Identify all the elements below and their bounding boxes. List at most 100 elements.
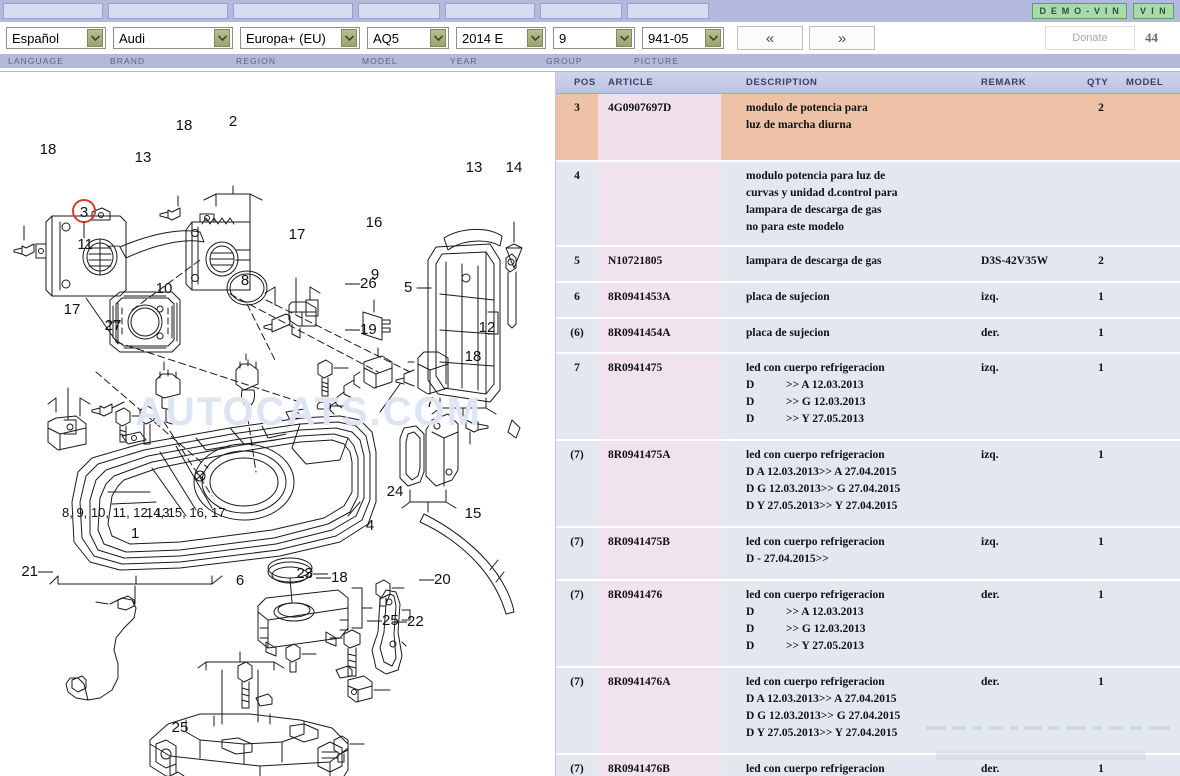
parts-table-pane[interactable]: POS ARTICLE DESCRIPTION REMARK QTY MODEL… <box>556 72 1180 776</box>
cell-qty: 1 <box>1098 362 1104 374</box>
chevron-down-icon[interactable] <box>616 29 632 47</box>
cell-qty: 1 <box>1098 763 1104 775</box>
cell-description: placa de sujecion <box>746 291 830 303</box>
table-row[interactable]: 5 N10721805 lampara de descarga de gas D3S-… <box>556 247 1180 283</box>
cell-description: led con cuerpo refrigeracion D - 27.04.2… <box>746 536 885 565</box>
parts-table-body: 3 4G0907697D modulo de potencia para luz d… <box>556 94 1180 776</box>
callout-2: 2 <box>229 113 237 130</box>
top-tab-strip: D E M O - V I N V I N <box>0 0 1180 22</box>
table-row[interactable]: (6) 8R0941454A placa de sujecion der. 1 <box>556 319 1180 354</box>
application-window: D E M O - V I N V I N Español Audi Europ… <box>0 0 1180 776</box>
cell-article: N10721805 <box>608 255 663 267</box>
chevron-down-icon[interactable] <box>527 29 543 47</box>
callout-18a: 18 <box>40 141 57 158</box>
cell-remark: der. <box>981 763 1000 775</box>
tab-7[interactable] <box>627 3 709 19</box>
cell-remark: der. <box>981 589 1000 601</box>
table-row[interactable]: 4 modulo potencia para luz de curvas y un… <box>556 162 1180 247</box>
column-header-remark[interactable]: REMARK <box>981 77 1026 88</box>
cell-article: 8R0941475A <box>608 449 671 461</box>
table-row[interactable]: (7) 8R0941476B led con cuerpo refrigeracio… <box>556 755 1180 776</box>
language-select[interactable]: Español <box>6 27 106 49</box>
callout-12: 12 <box>479 319 496 336</box>
callout-16: 16 <box>366 214 383 231</box>
column-header-pos[interactable]: POS <box>574 77 596 88</box>
callout-25a: 25 <box>172 719 189 736</box>
cell-pos: (7) <box>570 449 584 461</box>
tab-5[interactable] <box>445 3 535 19</box>
parts-diagram-pane[interactable]: 3 18 18 2 13 11 — 17 16 13 14 12 —26 —19… <box>0 72 556 776</box>
table-row[interactable]: (7) 8R0941476 led con cuerpo refrigeracion… <box>556 581 1180 668</box>
tab-6[interactable] <box>540 3 622 19</box>
year-select[interactable]: 2014 E <box>456 27 546 49</box>
cell-pos: 6 <box>574 291 580 303</box>
label-group: GROUP <box>546 56 583 66</box>
prev-picture-button[interactable]: « <box>737 26 803 50</box>
cell-qty: 2 <box>1098 255 1104 267</box>
controls-bar: Español Audi Europa+ (EU) AQ5 2014 E 9 9… <box>0 22 1180 54</box>
cell-pos: 3 <box>574 102 580 114</box>
cell-description: modulo de potencia para luz de marcha di… <box>746 102 868 131</box>
table-row[interactable]: 6 8R0941453A placa de sujecion izq. 1 <box>556 283 1180 319</box>
callout-18c: 18 <box>465 348 482 365</box>
year-select-value: 2014 E <box>462 30 504 46</box>
table-row[interactable]: (7) 8R0941475B led con cuerpo refrigeracio… <box>556 528 1180 581</box>
label-region: REGION <box>236 56 277 66</box>
exploded-view-drawing[interactable]: 3 18 18 2 13 11 — 17 16 13 14 12 —26 —19… <box>0 72 556 776</box>
label-year: YEAR <box>450 56 478 66</box>
column-header-qty[interactable]: QTY <box>1087 77 1108 88</box>
chevron-down-icon[interactable] <box>705 29 721 47</box>
cell-pos: (7) <box>570 536 584 548</box>
cell-description: led con cuerpo refrigeracion D >> A 12.0… <box>746 589 885 652</box>
callout-18b: 18 <box>176 117 193 134</box>
table-row[interactable]: 3 4G0907697D modulo de potencia para luz d… <box>556 94 1180 162</box>
picture-select[interactable]: 941-05 <box>642 27 724 49</box>
cell-remark: der. <box>981 676 1000 688</box>
cell-description: lampara de descarga de gas <box>746 255 882 267</box>
cell-pos: 5 <box>574 255 580 267</box>
cell-qty: 2 <box>1098 102 1104 114</box>
donate-button[interactable]: Donate <box>1045 26 1135 50</box>
tab-2[interactable] <box>108 3 228 19</box>
callout-11-dash: — <box>108 238 120 252</box>
brand-select-value: Audi <box>119 30 146 46</box>
table-row[interactable]: (7) 8R0941475A led con cuerpo refrigeracio… <box>556 441 1180 528</box>
callout-13a: 13 <box>135 149 152 166</box>
label-picture: PICTURE <box>634 56 680 66</box>
column-header-description[interactable]: DESCRIPTION <box>746 77 818 88</box>
brand-select[interactable]: Audi <box>113 27 233 49</box>
callout-3: 3 <box>80 204 88 221</box>
tab-4[interactable] <box>358 3 440 19</box>
cell-description: led con cuerpo refrigeracion <box>746 763 885 775</box>
cell-article: 8R0941476 <box>608 589 663 601</box>
chevron-down-icon[interactable] <box>430 29 446 47</box>
cell-qty: 1 <box>1098 327 1104 339</box>
chevron-down-icon[interactable] <box>214 29 230 47</box>
region-select[interactable]: Europa+ (EU) <box>240 27 360 49</box>
cell-pos: 7 <box>574 362 580 374</box>
group-select[interactable]: 9 <box>553 27 635 49</box>
table-row[interactable]: (7) 8R0941476A led con cuerpo refrigeracio… <box>556 668 1180 755</box>
chevron-down-icon[interactable] <box>87 29 103 47</box>
cell-article: 8R0941476B <box>608 763 670 775</box>
next-picture-button[interactable]: » <box>809 26 875 50</box>
tab-1[interactable] <box>3 3 103 19</box>
cell-article: 8R0941476A <box>608 676 671 688</box>
cell-pos: (7) <box>570 676 584 688</box>
table-row[interactable]: 7 8R0941475 led con cuerpo refrigeracion D… <box>556 354 1180 441</box>
chevron-down-icon[interactable] <box>341 29 357 47</box>
callout-20: —20 <box>419 571 451 588</box>
cell-remark: izq. <box>981 536 999 548</box>
column-header-model[interactable]: MODEL <box>1126 77 1163 88</box>
tab-3[interactable] <box>233 3 353 19</box>
vin-button[interactable]: V I N <box>1132 3 1174 19</box>
callout-27: 27 <box>105 317 122 334</box>
demo-vin-button[interactable]: D E M O - V I N <box>1032 3 1127 19</box>
cell-qty: 1 <box>1098 449 1104 461</box>
column-header-article[interactable]: ARTICLE <box>608 77 653 88</box>
model-select[interactable]: AQ5 <box>367 27 449 49</box>
cell-qty: 1 <box>1098 676 1104 688</box>
callout-21: 21— <box>21 563 53 580</box>
article-column-background <box>598 162 721 245</box>
callout-25b: —25 <box>367 612 399 629</box>
